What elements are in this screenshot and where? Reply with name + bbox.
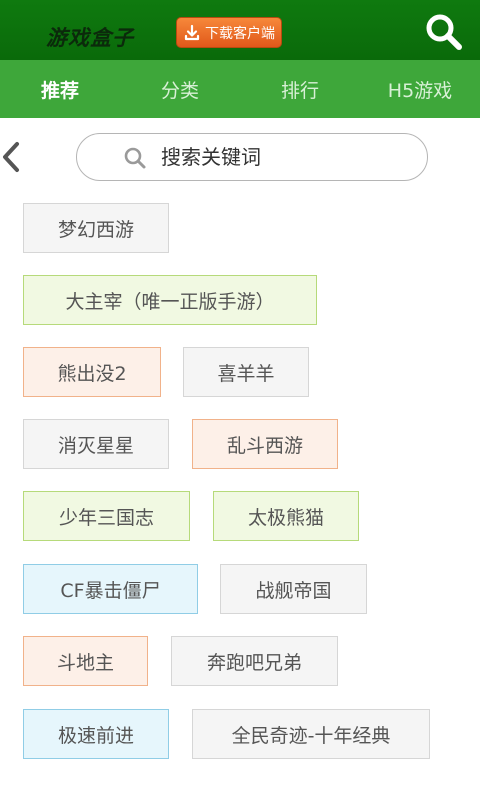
hot-tag[interactable]: 斗地主 bbox=[23, 636, 148, 686]
hot-tag[interactable]: 熊出没2 bbox=[23, 347, 161, 397]
hot-tag[interactable]: 梦幻西游 bbox=[23, 203, 169, 253]
hot-tag[interactable]: 太极熊猫 bbox=[213, 491, 359, 541]
top-bar: 游戏盒子 下载客户端 bbox=[0, 0, 480, 60]
category-nav: 推荐 分类 排行 H5游戏 bbox=[0, 60, 480, 118]
magnifier-icon bbox=[124, 147, 146, 169]
hot-tag[interactable]: 奔跑吧兄弟 bbox=[171, 636, 338, 686]
hot-tag[interactable]: 大主宰（唯一正版手游） bbox=[23, 275, 317, 325]
tab-ranking[interactable]: 排行 bbox=[240, 60, 360, 118]
app-logo: 游戏盒子 bbox=[46, 26, 134, 50]
hot-tag[interactable]: 全民奇迹-十年经典 bbox=[192, 709, 430, 759]
hot-tag[interactable]: CF暴击僵尸 bbox=[23, 564, 198, 614]
search-input[interactable] bbox=[161, 145, 411, 169]
download-icon bbox=[184, 24, 200, 40]
search-field[interactable] bbox=[76, 133, 428, 181]
search-icon[interactable] bbox=[422, 10, 466, 54]
hot-tags: 梦幻西游 大主宰（唯一正版手游） 熊出没2 喜羊羊 消灭星星 乱斗西游 少年三国… bbox=[0, 0, 480, 800]
tab-recommend[interactable]: 推荐 bbox=[0, 60, 120, 118]
hot-tag[interactable]: 乱斗西游 bbox=[192, 419, 338, 469]
tab-h5-games[interactable]: H5游戏 bbox=[360, 60, 480, 118]
tab-category[interactable]: 分类 bbox=[120, 60, 240, 118]
hot-tag[interactable]: 喜羊羊 bbox=[183, 347, 309, 397]
download-label: 下载客户端 bbox=[205, 25, 275, 42]
chevron-left-icon[interactable] bbox=[0, 140, 22, 174]
hot-tag[interactable]: 极速前进 bbox=[23, 709, 169, 759]
download-client-button[interactable]: 下载客户端 bbox=[176, 17, 282, 48]
hot-tag[interactable]: 战舰帝国 bbox=[220, 564, 367, 614]
hot-tag[interactable]: 消灭星星 bbox=[23, 419, 169, 469]
hot-tag[interactable]: 少年三国志 bbox=[23, 491, 190, 541]
